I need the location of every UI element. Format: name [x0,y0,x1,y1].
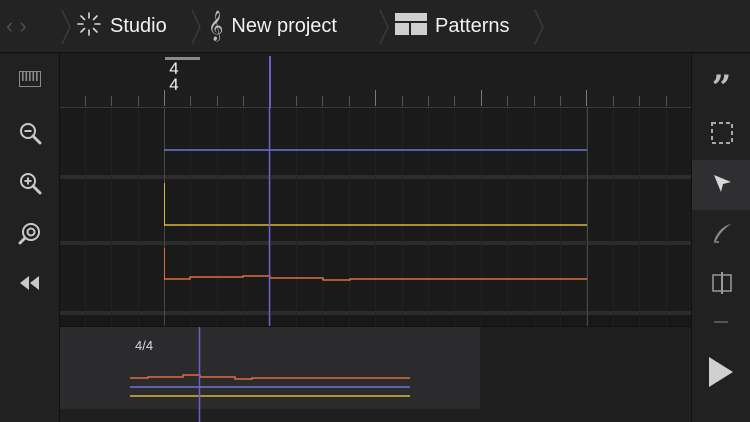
breadcrumb-studio[interactable]: Studio [76,0,167,53]
split-icon [711,271,733,299]
zoom-in-icon [18,171,42,200]
select-box-button[interactable] [692,110,750,160]
split-tool-button[interactable] [692,260,750,310]
breadcrumb-separator-icon [378,8,390,46]
select-box-icon [710,121,733,149]
pen-icon [711,222,733,249]
pointer-tool-button[interactable] [692,160,750,210]
back-arrow-icon[interactable]: ‹ [6,13,13,39]
ruler-ticks [60,90,691,108]
forward-arrow-icon[interactable]: › [19,13,26,39]
breadcrumb-project[interactable]: 𝄞 New project [208,0,337,53]
automation-tracks[interactable] [60,108,691,326]
breadcrumb-label: Patterns [435,15,510,37]
left-toolbar [0,54,60,422]
zoom-out-icon [18,121,42,150]
overview-orange-line [130,374,410,380]
pointer-icon [711,172,733,199]
timeline-ruler[interactable] [60,54,691,108]
zoom-in-button[interactable] [0,160,60,210]
play-button[interactable] [691,326,750,422]
breadcrumb-patterns[interactable]: Patterns [395,0,509,53]
breadcrumb-separator-icon [190,8,202,46]
toolbar-more-indicator [714,321,728,323]
pattern-overview[interactable]: 4/4 [60,326,691,422]
quote-icon: ” [711,68,732,108]
zoom-fit-button[interactable] [0,210,60,260]
breadcrumb-separator-icon [60,8,72,46]
breadcrumb-separator-icon [533,8,545,46]
rewind-button[interactable] [0,260,60,310]
zoom-fit-icon [18,221,42,250]
studio-icon [76,11,102,43]
playhead-ruler-marker[interactable] [269,56,271,108]
history-navigation: ‹ › [6,13,56,39]
breadcrumb-label: Studio [110,15,167,37]
patterns-grid-icon [395,12,427,41]
treble-clef-icon: 𝄞 [208,11,224,41]
time-signature-denominator: 4 [169,75,179,94]
comment-button[interactable]: ” [692,56,750,106]
time-signature[interactable]: 4 4 [168,60,180,94]
keyboard-button[interactable] [0,56,60,106]
pen-tool-button[interactable] [692,210,750,260]
rewind-icon [18,275,42,296]
play-icon [707,355,735,394]
keyboard-icon [19,70,41,92]
breadcrumb-label: New project [231,15,337,37]
tracks-canvas [60,108,691,326]
zoom-out-button[interactable] [0,110,60,160]
top-navigation-bar: ‹ › Studio 𝄞 New project Patterns [0,0,750,53]
overview-canvas [130,327,410,422]
